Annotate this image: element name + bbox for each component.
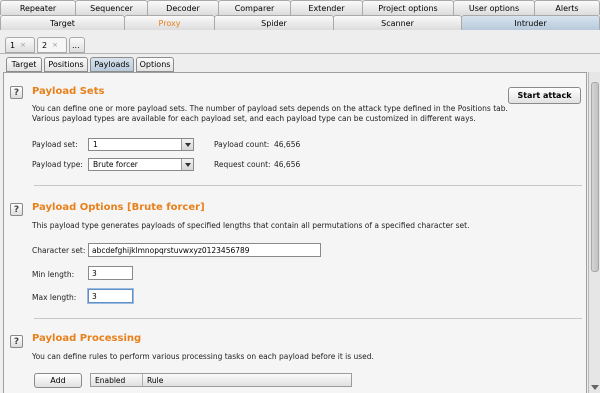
payload-set-value: 1 <box>93 140 98 149</box>
subtab-target[interactable]: Target <box>6 57 42 72</box>
tab-project-options[interactable]: Project options <box>362 0 454 15</box>
top-tab-row-2: Target Proxy Spider Scanner Intruder <box>0 15 600 30</box>
help-icon[interactable]: ? <box>10 203 23 216</box>
section-divider <box>34 185 582 186</box>
payload-type-value: Brute forcer <box>93 160 138 169</box>
tab-extender[interactable]: Extender <box>290 0 363 15</box>
close-icon[interactable]: × <box>20 41 26 49</box>
payload-type-label: Payload type: <box>32 160 83 169</box>
payload-sets-title: Payload Sets <box>32 86 105 97</box>
max-length-input[interactable]: 3 <box>88 289 133 303</box>
chevron-down-icon <box>181 139 193 150</box>
help-icon[interactable]: ? <box>10 335 23 348</box>
payload-sets-description-line1: You can define one or more payload sets.… <box>32 104 508 113</box>
min-length-input[interactable]: 3 <box>88 266 133 280</box>
min-length-label: Min length: <box>32 270 75 279</box>
subtab-positions[interactable]: Positions <box>44 57 88 72</box>
tab-repeater[interactable]: Repeater <box>0 0 76 15</box>
attack-tab-2[interactable]: 2 × <box>37 37 67 53</box>
section-divider <box>34 318 582 319</box>
scrollbar-thumb[interactable] <box>591 82 599 272</box>
payload-processing-title: Payload Processing <box>32 333 142 344</box>
payload-set-label: Payload set: <box>32 140 78 149</box>
tab-sequencer[interactable]: Sequencer <box>75 0 148 15</box>
payload-processing-description: You can define rules to perform various … <box>32 352 374 361</box>
tab-user-options[interactable]: User options <box>453 0 535 15</box>
tab-comparer[interactable]: Comparer <box>218 0 291 15</box>
attack-tab-1[interactable]: 1 × <box>5 37 35 53</box>
payload-options-title: Payload Options [Brute forcer] <box>32 202 205 213</box>
add-rule-button[interactable]: Add <box>34 373 82 388</box>
payload-type-select[interactable]: Brute forcer <box>88 158 194 171</box>
attack-tab-label: 1 <box>10 40 16 50</box>
subtab-options[interactable]: Options <box>136 57 174 72</box>
new-attack-tab[interactable]: ... <box>69 37 85 53</box>
request-count-value: 46,656 <box>274 160 301 169</box>
payload-set-select[interactable]: 1 <box>88 138 194 151</box>
help-icon[interactable]: ? <box>10 86 23 99</box>
top-tab-row-1: Repeater Sequencer Decoder Comparer Exte… <box>0 0 600 15</box>
attack-tab-label: 2 <box>42 40 48 50</box>
payloads-panel: ? Payload Sets Start attack You can defi… <box>3 72 587 393</box>
vertical-scrollbar[interactable] <box>588 72 600 393</box>
payload-options-description: This payload type generates payloads of … <box>32 221 470 230</box>
column-enabled[interactable]: Enabled <box>91 374 143 386</box>
column-rule[interactable]: Rule <box>143 374 351 386</box>
subtab-payloads[interactable]: Payloads <box>90 57 134 72</box>
tab-scanner[interactable]: Scanner <box>333 15 462 30</box>
payload-count-value: 46,656 <box>274 140 301 149</box>
close-icon[interactable]: × <box>52 41 58 49</box>
tab-target[interactable]: Target <box>0 15 125 30</box>
scroll-down-icon[interactable] <box>591 385 599 390</box>
tab-spider[interactable]: Spider <box>214 15 334 30</box>
tab-decoder[interactable]: Decoder <box>147 0 219 15</box>
request-count-label: Request count: <box>214 160 271 169</box>
tab-intruder[interactable]: Intruder <box>461 15 600 30</box>
tab-alerts[interactable]: Alerts <box>534 0 600 15</box>
payload-count-label: Payload count: <box>214 140 270 149</box>
character-set-input[interactable]: abcdefghijklmnopqrstuvwxyz0123456789 <box>88 243 321 257</box>
chevron-down-icon <box>181 159 193 170</box>
tab-proxy[interactable]: Proxy <box>124 15 215 30</box>
attack-tabs-row: 1 × 2 × ... <box>0 34 600 54</box>
start-attack-button[interactable]: Start attack <box>508 87 581 104</box>
max-length-label: Max length: <box>32 293 77 302</box>
intruder-sub-tabs: Target Positions Payloads Options <box>0 57 600 73</box>
processing-rules-table-header: Enabled Rule <box>90 373 352 387</box>
character-set-label: Character set: <box>32 246 86 255</box>
payload-sets-description-line2: Various payload types are available for … <box>32 114 476 123</box>
